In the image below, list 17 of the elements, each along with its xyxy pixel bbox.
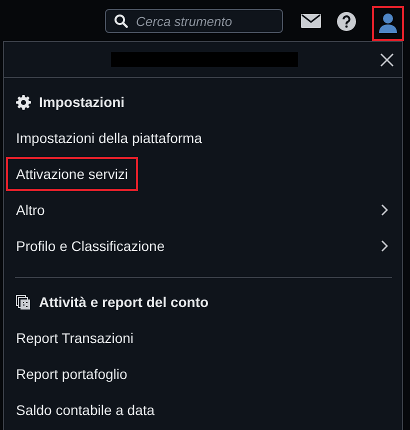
search-field[interactable]: Cerca strumento: [105, 9, 283, 33]
documents-icon: [16, 294, 31, 310]
mail-icon[interactable]: [301, 14, 321, 28]
section-heading: Impostazioni: [39, 94, 125, 110]
user-icon: [379, 13, 397, 33]
menu-item[interactable]: Report portafoglio: [4, 356, 402, 392]
menu-item[interactable]: Profilo e Classificazione: [4, 228, 402, 264]
gear-icon: [16, 94, 31, 110]
menu-item[interactable]: Report Transazioni: [4, 320, 402, 356]
user-button[interactable]: [372, 6, 404, 40]
menu-item[interactable]: Altro: [4, 192, 402, 228]
help-icon[interactable]: [337, 12, 356, 30]
section-heading: Attività e report del conto: [39, 294, 209, 310]
menu-item[interactable]: Saldo contabile a data: [4, 392, 402, 428]
menu-item[interactable]: Impostazioni della piattaforma: [4, 120, 402, 156]
menu-item[interactable]: Attivazione servizi: [4, 156, 402, 192]
close-icon[interactable]: [380, 53, 394, 67]
